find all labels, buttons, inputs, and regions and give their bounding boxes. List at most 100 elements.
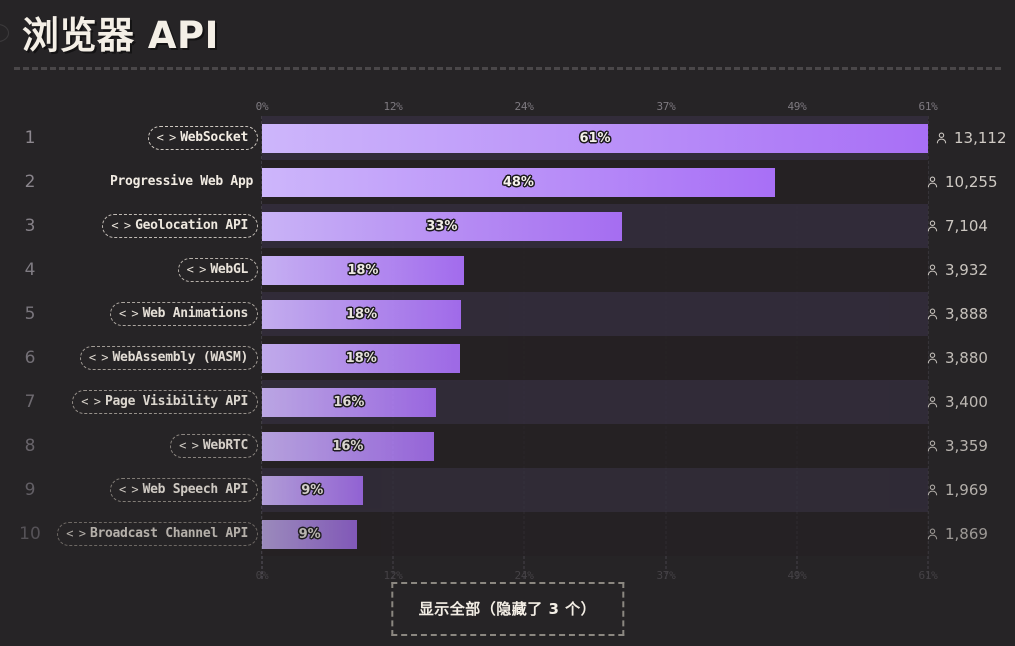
row-rank: 10: [19, 524, 41, 544]
row-count-cell: 10,255: [919, 173, 1001, 191]
chart-row[interactable]: 9 < > Web Speech API 9% 1,969: [14, 468, 1001, 512]
code-brackets-icon: < >: [179, 438, 199, 452]
bar-value-label: 18%: [347, 262, 379, 278]
api-label-text: WebRTC: [202, 438, 248, 453]
person-icon: [935, 131, 948, 145]
row-plot: 48%: [262, 160, 919, 204]
row-rank: 3: [24, 216, 36, 236]
api-label-pill[interactable]: < > WebGL: [177, 258, 258, 282]
row-count-cell: 3,400: [919, 393, 1001, 411]
chart-row[interactable]: 4 < > WebGL 18% 3,932: [14, 248, 1001, 292]
axis-tick: 37%: [656, 569, 676, 582]
chart-row[interactable]: 6 < > WebAssembly (WASM) 18% 3,880: [14, 336, 1001, 380]
row-count-value: 10,255: [945, 173, 998, 191]
api-label-pill[interactable]: < > Geolocation API: [102, 214, 258, 238]
row-count-value: 3,888: [945, 305, 988, 323]
bar[interactable]: 9%: [262, 475, 363, 505]
api-label-pill[interactable]: < > WebSocket: [147, 126, 258, 150]
bar[interactable]: 18%: [262, 255, 464, 285]
api-label-pill[interactable]: < > WebAssembly (WASM): [79, 346, 258, 370]
row-plot: 18%: [262, 292, 919, 336]
row-label-cell: < > Page Visibility API: [46, 390, 262, 414]
code-brackets-icon: < >: [88, 350, 109, 364]
row-label-cell: < > Geolocation API: [46, 214, 262, 238]
row-plot: 33%: [262, 204, 919, 248]
person-icon: [926, 219, 939, 233]
api-label-pill[interactable]: < > Web Speech API: [109, 478, 258, 502]
api-label-text: Web Animations: [142, 306, 249, 321]
chart-row[interactable]: 8 < > WebRTC 16% 3,359: [14, 424, 1001, 468]
bar-value-label: 16%: [332, 438, 364, 454]
bar[interactable]: 61%: [262, 123, 928, 153]
api-label-pill[interactable]: < > Broadcast Channel API: [57, 522, 258, 546]
axis-tick: 37%: [656, 100, 676, 113]
bar[interactable]: 48%: [262, 167, 775, 197]
axis-tick: 12%: [383, 569, 403, 582]
row-count-cell: 3,359: [919, 437, 1001, 455]
row-plot: 16%: [262, 424, 919, 468]
row-count-value: 3,400: [945, 393, 988, 411]
show-all-button[interactable]: 显示全部（隐藏了 3 个）: [390, 582, 625, 636]
row-count-value: 7,104: [945, 217, 988, 235]
row-rank: 5: [24, 304, 36, 324]
row-plot: 9%: [262, 512, 919, 556]
api-label-pill[interactable]: Progressive Web App: [105, 170, 258, 194]
row-label-cell: < > WebAssembly (WASM): [46, 346, 262, 370]
row-count-value: 3,359: [945, 437, 988, 455]
bar-value-label: 48%: [502, 174, 534, 190]
row-plot: 9%: [262, 468, 919, 512]
person-icon: [926, 439, 939, 453]
axis-bottom: 0% 12% 24% 37% 49% 61%: [256, 569, 1001, 585]
code-brackets-icon: < >: [111, 218, 131, 232]
person-icon: [926, 483, 939, 497]
row-count-value: 3,880: [945, 349, 988, 367]
bar[interactable]: 16%: [262, 387, 436, 417]
chart-row[interactable]: 3 < > Geolocation API 33% 7,104: [14, 204, 1001, 248]
chart-row[interactable]: 10 < > Broadcast Channel API 9% 1,869: [14, 512, 1001, 556]
bar[interactable]: 16%: [262, 431, 434, 461]
person-icon: [926, 263, 939, 277]
row-rank: 4: [24, 260, 36, 280]
chart-row[interactable]: 7 < > Page Visibility API 16% 3,400: [14, 380, 1001, 424]
row-rank: 6: [24, 348, 36, 368]
api-label-text: WebGL: [210, 262, 248, 277]
circle-outline-icon: [0, 24, 9, 42]
header-divider: [14, 67, 1001, 70]
api-label-pill[interactable]: < > Page Visibility API: [72, 390, 258, 414]
code-brackets-icon: < >: [81, 394, 101, 408]
row-label-cell: < > Web Speech API: [46, 478, 262, 502]
bar-value-label: 61%: [579, 130, 611, 146]
person-icon: [926, 395, 939, 409]
chart-row[interactable]: 2 Progressive Web App 48% 10,255: [14, 160, 1001, 204]
row-count-cell: 3,880: [919, 349, 1001, 367]
person-icon: [926, 307, 939, 321]
bar[interactable]: 9%: [262, 519, 358, 549]
bar[interactable]: 33%: [262, 211, 622, 241]
row-count-cell: 1,869: [919, 525, 1001, 543]
row-rank: 9: [24, 480, 36, 500]
bar[interactable]: 18%: [262, 299, 462, 329]
bar-value-label: 18%: [346, 306, 378, 322]
page-header: 浏览器 API: [0, 0, 1015, 72]
axis-tick: 61%: [918, 100, 938, 113]
chart-rows: 1 < > WebSocket 61% 13,112 2 Progressive Web A…: [14, 116, 1007, 556]
chart-row[interactable]: 1 < > WebSocket 61% 13,112: [14, 116, 1007, 160]
row-rank: 8: [24, 436, 36, 456]
api-label-pill[interactable]: < > Web Animations: [109, 302, 258, 326]
row-label-cell: < > WebRTC: [46, 434, 262, 458]
chart-row[interactable]: 5 < > Web Animations 18% 3,888: [14, 292, 1001, 336]
chart-page: 浏览器 API 0% 12% 24% 37% 49% 61% 1 < > WebSocket 6…: [0, 0, 1015, 646]
row-plot: 61%: [262, 116, 928, 160]
row-rank: 7: [24, 392, 36, 412]
axis-tick: 0%: [255, 100, 269, 113]
bar-value-label: 33%: [426, 218, 458, 234]
api-label-text: Broadcast Channel API: [89, 526, 248, 541]
row-count-value: 3,932: [945, 261, 988, 279]
row-count-cell: 13,112: [928, 129, 1010, 147]
bar-value-label: 9%: [298, 526, 321, 542]
axis-tick: 61%: [918, 569, 938, 582]
api-label-pill[interactable]: < > WebRTC: [170, 434, 258, 458]
axis-tick: 12%: [383, 100, 403, 113]
bar[interactable]: 18%: [262, 343, 461, 373]
row-count-cell: 3,888: [919, 305, 1001, 323]
